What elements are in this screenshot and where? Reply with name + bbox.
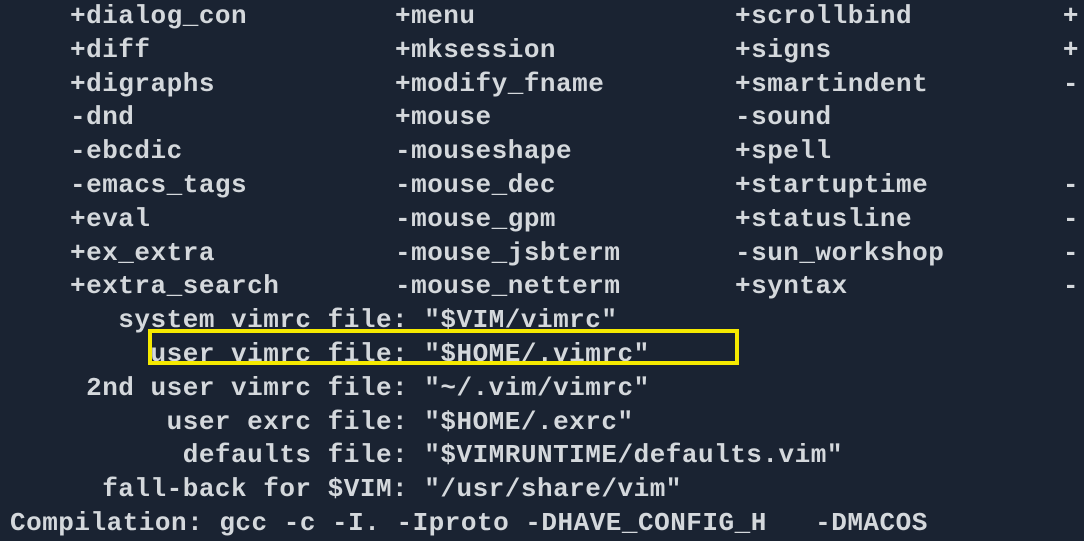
feature-row: +ex_extra -mouse_jsbterm -sun_workshop xyxy=(70,237,1084,271)
feature-row: +diff +mksession +signs xyxy=(70,34,1084,68)
feature-col1: +eval xyxy=(70,203,395,237)
fallback-vim-line: fall-back for $VIM: "/usr/share/vim" xyxy=(70,473,1084,507)
feature-col1: -ebcdic xyxy=(70,135,395,169)
feature-col2: -mouse_netterm xyxy=(395,270,735,304)
edge-char: - xyxy=(1063,237,1079,271)
edge-char xyxy=(1063,135,1079,169)
user-exrc-line: user exrc file: "$HOME/.exrc" xyxy=(70,406,1084,440)
edge-char: - xyxy=(1063,68,1079,102)
feature-col2: +mouse xyxy=(395,101,735,135)
feature-col3: -sun_workshop xyxy=(735,237,1075,271)
edge-char: + xyxy=(1063,0,1079,34)
feature-row: +extra_search -mouse_netterm +syntax xyxy=(70,270,1084,304)
user-vimrc-line: user vimrc file: "$HOME/.vimrc" xyxy=(70,338,1084,372)
feature-col3: +scrollbind xyxy=(735,0,1075,34)
edge-char: + xyxy=(1063,34,1079,68)
feature-col2: +menu xyxy=(395,0,735,34)
feature-col2: -mouseshape xyxy=(395,135,735,169)
feature-col2: +mksession xyxy=(395,34,735,68)
feature-col3: -sound xyxy=(735,101,1075,135)
feature-row: +eval -mouse_gpm +statusline xyxy=(70,203,1084,237)
feature-col2: +modify_fname xyxy=(395,68,735,102)
edge-char: - xyxy=(1063,270,1079,304)
edge-char xyxy=(1063,101,1079,135)
feature-row: -dnd +mouse -sound xyxy=(70,101,1084,135)
feature-col2: -mouse_dec xyxy=(395,169,735,203)
second-user-vimrc-line: 2nd user vimrc file: "~/.vim/vimrc" xyxy=(70,372,1084,406)
feature-col2: -mouse_jsbterm xyxy=(395,237,735,271)
feature-row: -emacs_tags -mouse_dec +startuptime xyxy=(70,169,1084,203)
defaults-file-line: defaults file: "$VIMRUNTIME/defaults.vim… xyxy=(70,439,1084,473)
edge-char: - xyxy=(1063,203,1079,237)
feature-col1: -dnd xyxy=(70,101,395,135)
feature-col1: +dialog_con xyxy=(70,0,395,34)
feature-columns: +dialog_con +menu +scrollbind +diff +mks… xyxy=(70,0,1084,304)
feature-col3: +spell xyxy=(735,135,1075,169)
system-vimrc-line: system vimrc file: "$VIM/vimrc" xyxy=(70,304,1084,338)
feature-col3: +signs xyxy=(735,34,1075,68)
partial-column-edge: + + - - - - - xyxy=(1063,0,1079,304)
feature-col1: +diff xyxy=(70,34,395,68)
feature-row: -ebcdic -mouseshape +spell xyxy=(70,135,1084,169)
feature-col3: +startuptime xyxy=(735,169,1075,203)
feature-col1: +digraphs xyxy=(70,68,395,102)
feature-row: +dialog_con +menu +scrollbind xyxy=(70,0,1084,34)
edge-char: - xyxy=(1063,169,1079,203)
feature-col1: +ex_extra xyxy=(70,237,395,271)
feature-col3: +smartindent xyxy=(735,68,1075,102)
compilation-line: Compilation: gcc -c -I. -Iproto -DHAVE_C… xyxy=(10,507,1084,541)
feature-col3: +statusline xyxy=(735,203,1075,237)
feature-col1: +extra_search xyxy=(70,270,395,304)
vim-info-lines: system vimrc file: "$VIM/vimrc" user vim… xyxy=(70,304,1084,507)
feature-col2: -mouse_gpm xyxy=(395,203,735,237)
feature-row: +digraphs +modify_fname +smartindent xyxy=(70,68,1084,102)
feature-col1: -emacs_tags xyxy=(70,169,395,203)
feature-col3: +syntax xyxy=(735,270,1075,304)
terminal-output: +dialog_con +menu +scrollbind +diff +mks… xyxy=(0,0,1084,541)
